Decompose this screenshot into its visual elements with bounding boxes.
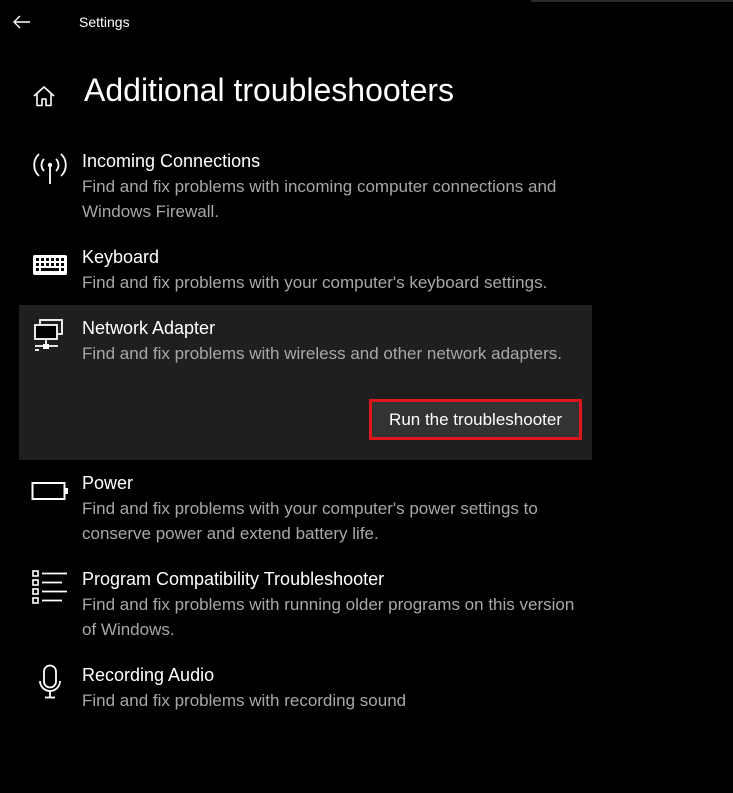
- item-description: Find and fix problems with running older…: [82, 595, 575, 639]
- home-icon: [33, 86, 55, 107]
- item-title: Power: [82, 473, 134, 493]
- troubleshooter-list: Incoming Connections Find and fix proble…: [19, 138, 592, 723]
- item-title: Program Compatibility Troubleshooter: [82, 569, 385, 589]
- microphone-icon: [31, 664, 69, 702]
- back-arrow-icon: [13, 15, 30, 29]
- run-troubleshooter-button[interactable]: Run the troubleshooter: [369, 399, 582, 440]
- troubleshooter-recording-audio[interactable]: Recording Audio Find and fix problems wi…: [19, 652, 592, 723]
- program-list-icon: [31, 568, 69, 606]
- item-description: Find and fix problems with recording sou…: [82, 691, 407, 710]
- troubleshooter-power[interactable]: Power Find and fix problems with your co…: [19, 460, 592, 556]
- page-header: Additional troubleshooters: [0, 66, 733, 122]
- troubleshooter-program-compatibility[interactable]: Program Compatibility Troubleshooter Fin…: [19, 556, 592, 652]
- battery-icon: [31, 472, 69, 510]
- item-description: Find and fix problems with your computer…: [82, 273, 548, 292]
- item-description: Find and fix problems with incoming comp…: [82, 177, 557, 221]
- home-button[interactable]: [30, 82, 58, 110]
- item-title: Keyboard: [82, 247, 160, 267]
- page-title: Additional troubleshooters: [84, 72, 455, 108]
- back-button[interactable]: [8, 8, 36, 36]
- item-title: Network Adapter: [82, 318, 216, 338]
- troubleshooter-incoming-connections[interactable]: Incoming Connections Find and fix proble…: [19, 138, 592, 234]
- button-row: Run the troubleshooter: [82, 366, 582, 450]
- network-adapter-icon: [31, 317, 69, 355]
- item-title: Incoming Connections: [82, 151, 261, 171]
- troubleshooter-network-adapter[interactable]: Network Adapter Find and fix problems wi…: [19, 305, 592, 460]
- troubleshooter-keyboard[interactable]: Keyboard Find and fix problems with your…: [19, 234, 592, 305]
- title-bar-strip: [531, 0, 733, 2]
- item-description: Find and fix problems with wireless and …: [82, 344, 563, 363]
- app-title: Settings: [79, 14, 130, 30]
- item-title: Recording Audio: [82, 665, 215, 685]
- settings-window: Settings Additional troubleshooters Inco…: [0, 0, 733, 793]
- title-bar: Settings: [0, 0, 733, 44]
- antenna-icon: [31, 150, 69, 188]
- item-description: Find and fix problems with your computer…: [82, 499, 538, 543]
- keyboard-icon: [31, 246, 69, 284]
